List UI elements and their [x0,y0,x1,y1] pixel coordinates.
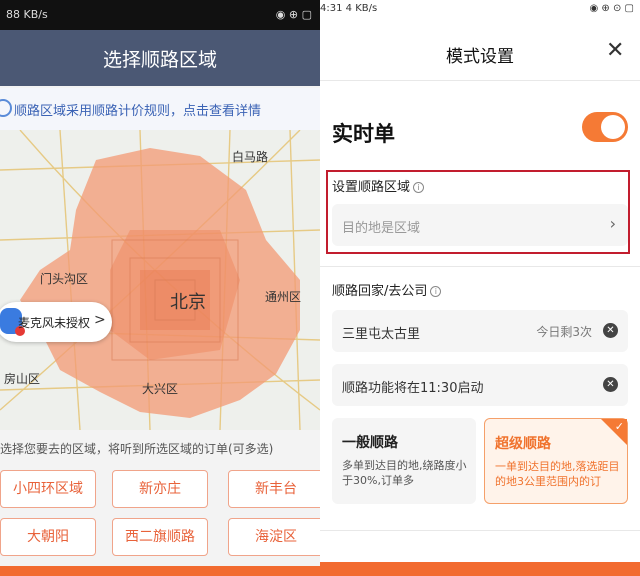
mode-settings-sheet: 模式设置 ✕ 实时单 设置顺路区域 i 目的地是区域 › 顺路回家/去公司 i 三里… [320,18,640,576]
notice-text: 顺路区域采用顺路计价规则，点击查看详情 [14,104,262,119]
card-description: 多单到达目的地,绕路度小于30%,订单多 [342,459,467,487]
status-bar-icons: ◉ ⊕ ▢ [275,8,312,21]
card-description: 一单到达目的地,落选距目的地3公里范围内的订 [495,460,620,488]
zone-section-label: 设置顺路区域 i [332,176,425,195]
info-icon [0,99,12,117]
status-bar-network: 88 KB/s [6,8,48,21]
zone-destination-field[interactable]: 目的地是区域 › [332,204,628,246]
close-icon[interactable]: ✕ [606,38,624,63]
status-bar: 88 KB/s ◉ ⊕ ▢ [0,0,320,30]
area-chip[interactable]: 新亦庄 [112,470,208,508]
mode-settings-screen: 4:31 4 KB/s ◉ ⊕ ⊙ ▢ 模式设置 ✕ 实时单 设置顺路区域 i 目… [320,0,640,576]
zone-field-placeholder: 目的地是区域 [342,221,421,236]
city-label: 北京 [170,292,206,313]
divider [320,80,640,81]
screenshot-pair: 88 KB/s ◉ ⊕ ▢ 选择顺路区域 顺路区域采用顺路计价规则，点击查看详情 [0,0,640,576]
card-title: 超级顺路 [495,436,551,452]
district-label: 白马路 [232,150,269,164]
home-destination-row[interactable]: 三里屯太古里 今日剩3次 ✕ [332,310,628,352]
pricing-notice[interactable]: 顺路区域采用顺路计价规则，点击查看详情 [0,88,320,130]
district-label: 门头沟区 [40,272,89,286]
sheet-title: 模式设置 [446,47,514,67]
home-section-label: 顺路回家/去公司 i [332,280,442,299]
area-chip[interactable]: 西二旗顺路 [112,518,208,556]
clear-icon[interactable]: ✕ [603,377,618,392]
divider [320,530,640,531]
area-chip[interactable]: 大朝阳 [0,518,96,556]
area-chip[interactable]: 新丰台 [228,470,320,508]
realtime-label: 实时单 [332,122,395,146]
start-time-row[interactable]: 顺路功能将在11:30启动 ✕ [332,364,628,406]
chevron-right-icon: > [94,312,106,328]
start-time-text: 顺路功能将在11:30启动 [342,381,484,396]
mic-permission-button[interactable]: 麦克风未授权 > [0,302,112,342]
remaining-count: 今日剩3次 [536,325,592,339]
clear-icon[interactable]: ✕ [603,323,618,338]
status-bar-time: 4:31 4 KB/s [320,3,378,14]
super-route-card[interactable]: ✓ 超级顺路 一单到达目的地,落选距目的地3公里范围内的订 [484,418,628,504]
home-destination-text: 三里屯太古里 [342,327,421,342]
divider [320,266,640,267]
info-icon[interactable]: i [430,286,442,297]
normal-route-card[interactable]: 一般顺路 多单到达目的地,绕路度小于30%,订单多 [332,418,476,504]
status-bar: 4:31 4 KB/s ◉ ⊕ ⊙ ▢ [320,0,640,18]
confirm-bar[interactable] [0,566,320,576]
district-label: 通州区 [265,290,302,304]
realtime-toggle[interactable] [582,112,628,142]
chevron-right-icon: › [609,214,616,233]
area-chip[interactable]: 海淀区 [228,518,320,556]
route-area-screen: 88 KB/s ◉ ⊕ ▢ 选择顺路区域 顺路区域采用顺路计价规则，点击查看详情 [0,0,320,576]
selection-hint: 选择您要去的区域，将听到所选区域的订单(可多选) [0,442,274,456]
map-view[interactable]: 白马路 门头沟区 通州区 房山区 大兴区 [0,130,320,430]
status-bar-icons: ◉ ⊕ ⊙ ▢ [589,3,634,14]
check-icon: ✓ [614,420,624,433]
card-title: 一般顺路 [342,435,398,451]
header: 选择顺路区域 [0,30,320,86]
confirm-bar[interactable] [320,562,640,576]
mic-permission-label: 麦克风未授权 [18,316,91,330]
district-label: 房山区 [4,372,41,386]
page-title: 选择顺路区域 [102,49,217,71]
info-icon[interactable]: i [413,182,425,193]
district-label: 大兴区 [142,382,179,396]
area-chip[interactable]: 小四环区域 [0,470,96,508]
